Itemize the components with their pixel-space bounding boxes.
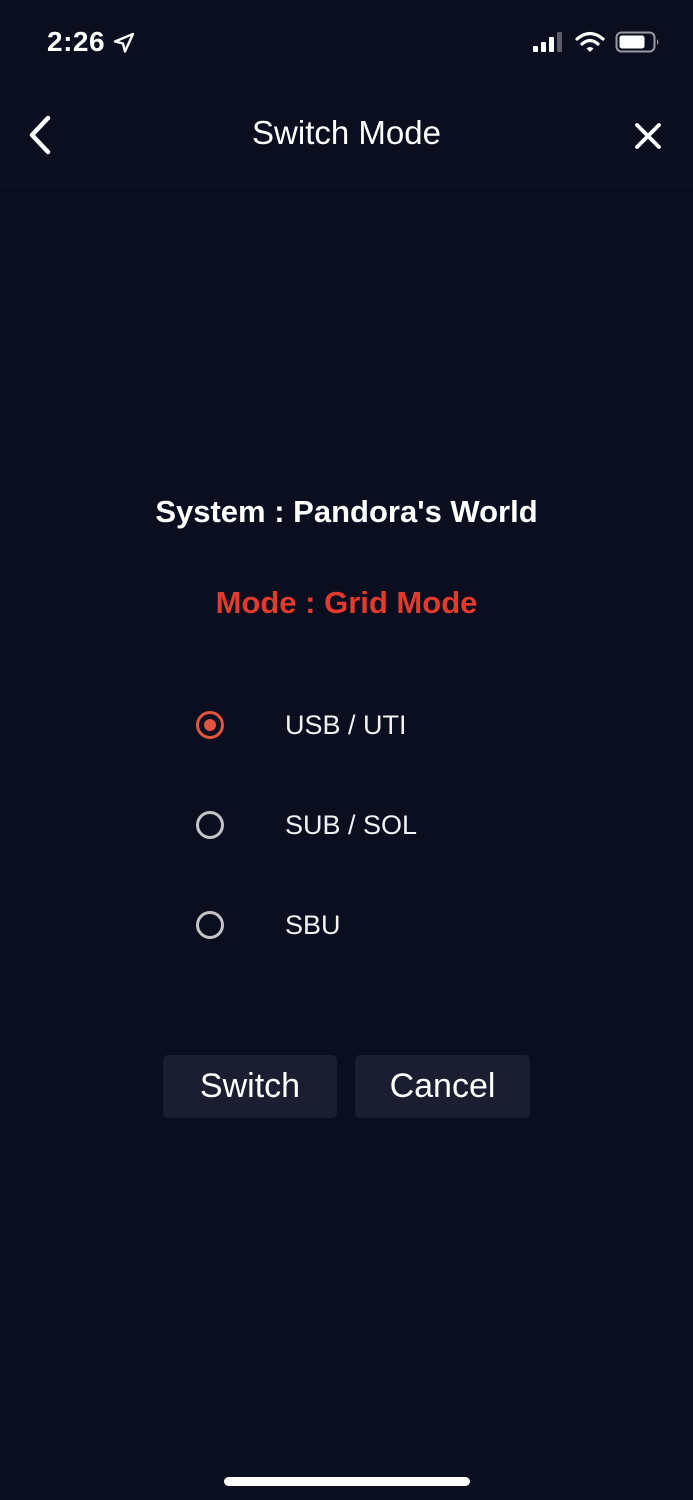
option-usb-uti[interactable]: USB / UTI xyxy=(196,695,496,755)
system-name: System : Pandora's World xyxy=(155,494,538,529)
mode-options: USB / UTI SUB / SOL SBU xyxy=(196,695,496,995)
status-time: 2:26 xyxy=(47,26,106,57)
status-icons xyxy=(533,30,661,59)
status-bar: 2:26 xyxy=(0,0,693,90)
home-indicator[interactable] xyxy=(224,1477,470,1486)
nav-bar: Switch Mode xyxy=(0,90,693,186)
current-mode: Mode : Grid Mode xyxy=(215,585,478,620)
action-buttons: Switch Cancel xyxy=(163,1055,530,1118)
switch-button[interactable]: Switch xyxy=(163,1055,337,1118)
battery-icon xyxy=(615,30,661,59)
option-sbu[interactable]: SBU xyxy=(196,895,496,955)
option-sub-sol[interactable]: SUB / SOL xyxy=(196,795,496,855)
radio-button[interactable] xyxy=(196,811,224,839)
radio-button[interactable] xyxy=(196,911,224,939)
radio-button-selected[interactable] xyxy=(196,711,224,739)
option-label: SUB / SOL xyxy=(285,809,418,840)
option-label: SBU xyxy=(285,909,341,940)
location-arrow-icon xyxy=(113,32,135,59)
cellular-signal-icon xyxy=(533,31,565,58)
page-title: Switch Mode xyxy=(252,114,441,151)
wifi-icon xyxy=(575,31,605,58)
option-label: USB / UTI xyxy=(285,709,407,740)
cancel-button[interactable]: Cancel xyxy=(355,1055,530,1118)
close-icon[interactable] xyxy=(628,116,668,156)
